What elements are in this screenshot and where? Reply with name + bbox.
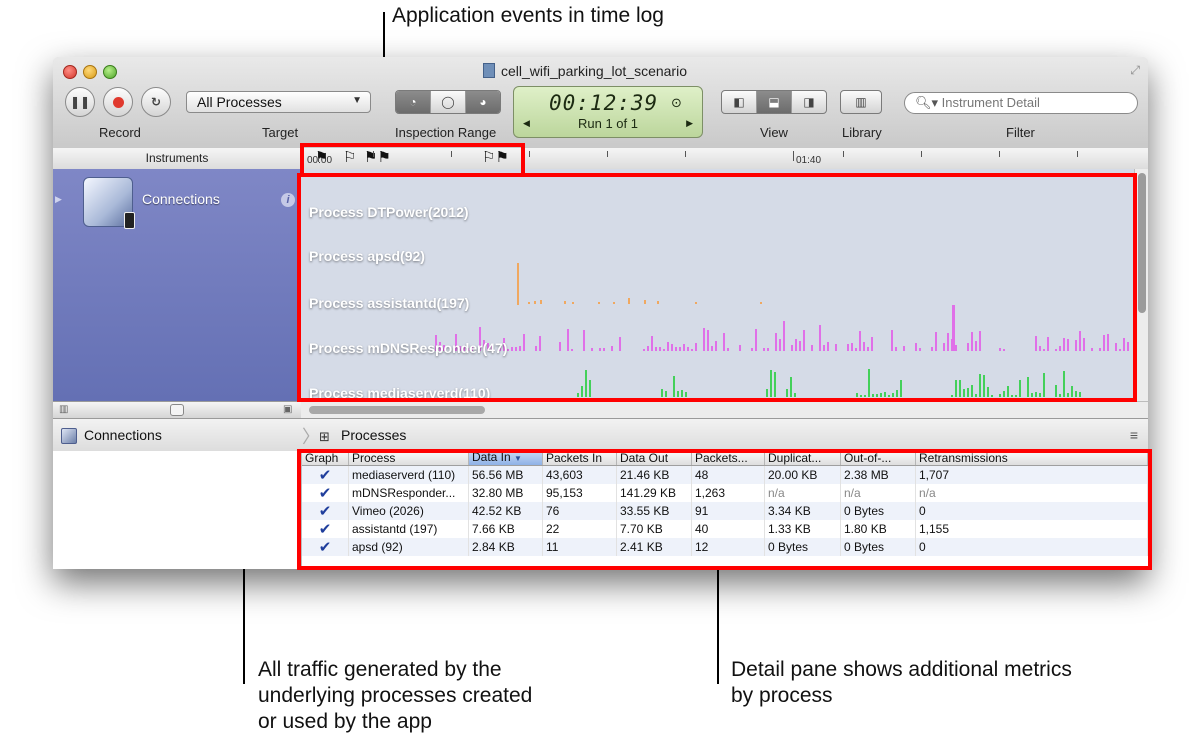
callout-detail-pane: Detail pane shows additional metrics by …	[731, 657, 1072, 709]
scroll-thumb[interactable]	[309, 406, 485, 414]
inspection-range-control: ◔ ◯ ◕	[395, 90, 501, 114]
detail-sidebar	[53, 451, 302, 569]
info-icon[interactable]: i	[281, 193, 295, 207]
target-select[interactable]: All Processes ▼	[186, 91, 371, 113]
library-label: Library	[842, 125, 882, 140]
zoom-window-button[interactable]	[103, 65, 117, 79]
record-icon	[112, 96, 124, 108]
loop-icon: ↻	[150, 95, 162, 109]
record-label: Record	[99, 125, 141, 140]
run-indicator: Run 1 of 1	[578, 116, 638, 131]
connections-label[interactable]: Connections	[84, 427, 162, 443]
callout-all-traffic-line-2: underlying processes created	[258, 684, 533, 707]
time-display: 00:12:39 ⊙ ◀ Run 1 of 1 ▶	[513, 86, 703, 138]
connections-icon	[61, 428, 77, 444]
inspection-range-label: Inspection Range	[395, 125, 497, 140]
search-icon: 🔍︎▾	[915, 95, 942, 110]
view-control: ◧ ⬓ ◨	[721, 90, 827, 114]
document-icon	[483, 63, 495, 78]
ruler-tick	[793, 151, 794, 161]
layout-icon[interactable]: ▣	[283, 404, 292, 415]
instruments-header: Instruments	[53, 148, 302, 169]
fullscreen-icon[interactable]: ⤢	[1130, 63, 1140, 78]
callout-all-traffic: All traffic generated by the underlying …	[258, 657, 532, 735]
processes-tab[interactable]: Processes	[341, 427, 406, 443]
filter-label: Filter	[1006, 125, 1035, 140]
ruler-tick	[607, 151, 608, 157]
ruler-tick	[1077, 151, 1078, 157]
toolbar: cell_wifi_parking_lot_scenario ⤢ ❚❚ ↻ Re…	[53, 57, 1148, 149]
view-detail-button[interactable]: ⬓	[757, 91, 792, 113]
instrument-name: Connections	[142, 191, 220, 207]
ruler-tick	[843, 151, 844, 157]
view-instruments-button[interactable]: ◧	[722, 91, 757, 113]
pause-button[interactable]: ❚❚	[65, 87, 95, 117]
ruler-tick	[999, 151, 1000, 157]
callout-detail-pane-line-2: by process	[731, 684, 833, 707]
pause-icon: ❚❚	[69, 95, 91, 109]
record-button[interactable]	[103, 87, 133, 117]
highlight-track-graph	[297, 173, 1137, 402]
zoom-slider[interactable]	[170, 404, 184, 416]
ruler-tick	[685, 151, 686, 157]
window-title-text: cell_wifi_parking_lot_scenario	[501, 63, 687, 79]
ruler-tick	[529, 151, 530, 157]
view-label: View	[760, 125, 788, 140]
loop-button[interactable]: ↻	[141, 87, 171, 117]
range-end-button[interactable]: ◕	[466, 91, 500, 113]
ruler-mid-label: 01:40	[796, 155, 822, 166]
callout-detail-pane-line-1: Detail pane shows additional metrics	[731, 658, 1072, 681]
minimize-window-button[interactable]	[83, 65, 97, 79]
graph-icon[interactable]: ▥	[59, 404, 68, 415]
window-title: cell_wifi_parking_lot_scenario	[483, 63, 687, 79]
disclosure-triangle-icon[interactable]: ▶	[55, 194, 62, 205]
search-placeholder: Instrument Detail	[941, 95, 1040, 110]
target-value: All Processes	[197, 94, 282, 110]
next-run-button[interactable]: ▶	[686, 118, 693, 129]
view-extended-button[interactable]: ◨	[792, 91, 826, 113]
horizontal-scrollbar[interactable]	[301, 401, 1148, 419]
chevron-down-icon: ▼	[352, 95, 362, 106]
library-icon: ▥	[855, 95, 867, 109]
instrument-row[interactable]: ▶ Connections i	[53, 169, 301, 401]
highlight-time-log	[300, 143, 525, 177]
menu-icon[interactable]: ≡	[1130, 427, 1138, 443]
target-label: Target	[262, 125, 299, 140]
highlight-detail-table	[297, 449, 1152, 570]
clock-icon[interactable]: ⊙	[671, 95, 682, 111]
callout-all-traffic-line-3: or used by the app	[258, 710, 432, 733]
scroll-thumb[interactable]	[1138, 173, 1146, 313]
search-input[interactable]: 🔍︎▾ Instrument Detail	[904, 92, 1138, 114]
connections-instrument-icon	[83, 177, 135, 229]
range-clear-button[interactable]: ◯	[431, 91, 466, 113]
library-button[interactable]: ▥	[840, 90, 882, 114]
callout-app-events: Application events in time log	[392, 4, 664, 27]
callout-line-right	[717, 566, 719, 684]
detail-header-bar: Connections 〉 ⊞ Processes ≡	[53, 418, 1148, 453]
callout-all-traffic-line-1: All traffic generated by the	[258, 658, 502, 681]
timeline-ruler[interactable]: Instruments 00:00 ⚑ ⚐ ⚑⚑ ⚐⚑ 01:40	[53, 148, 1148, 170]
breadcrumb-separator: 〉	[302, 427, 320, 447]
elapsed-time: 00:12:39	[549, 91, 659, 115]
sidebar-footer: ▥ ▣	[53, 401, 301, 419]
ruler-tick	[921, 151, 922, 157]
close-window-button[interactable]	[63, 65, 77, 79]
table-icon: ⊞	[319, 429, 330, 444]
range-start-button[interactable]: ◔	[396, 91, 431, 113]
